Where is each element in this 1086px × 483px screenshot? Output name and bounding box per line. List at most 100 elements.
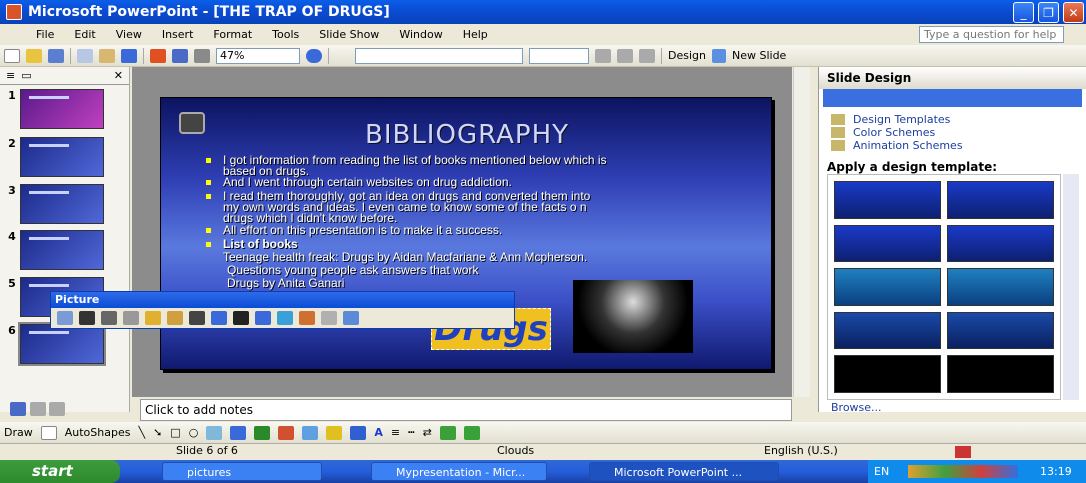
- clipart-icon[interactable]: [278, 425, 295, 440]
- dash-style-icon[interactable]: ┅: [408, 426, 415, 439]
- template-thumbnail[interactable]: [947, 224, 1054, 263]
- font-color-icon[interactable]: A: [374, 426, 383, 439]
- template-thumbnail[interactable]: [834, 311, 941, 350]
- taskpane-title[interactable]: Slide Design: [819, 67, 1086, 89]
- insert-picture-icon[interactable]: [57, 311, 73, 325]
- start-button[interactable]: start: [0, 460, 120, 483]
- recolor-icon[interactable]: [277, 311, 293, 325]
- help-search-input[interactable]: Type a question for help: [919, 26, 1064, 43]
- wordart-icon[interactable]: [230, 425, 247, 440]
- vertical-scrollbar[interactable]: [793, 67, 810, 397]
- undo-icon[interactable]: [121, 48, 137, 63]
- zoom-combo[interactable]: 47%: [216, 47, 300, 64]
- close-button[interactable]: ✕: [1063, 2, 1084, 23]
- indent-icon[interactable]: [639, 48, 655, 63]
- color-schemes-link[interactable]: Color Schemes: [819, 126, 1086, 139]
- slide-canvas[interactable]: BIBLIOGRAPHY I got information from read…: [160, 97, 772, 370]
- rectangle-icon[interactable]: □: [170, 426, 180, 439]
- new-slide-button[interactable]: New Slide: [732, 49, 786, 62]
- paste-icon[interactable]: [99, 48, 115, 63]
- more-contrast-icon[interactable]: [101, 311, 117, 325]
- save-icon[interactable]: [48, 48, 64, 63]
- design-templates-link[interactable]: Design Templates: [819, 113, 1086, 126]
- new-icon[interactable]: [4, 48, 20, 63]
- bullet-text[interactable]: List of books: [223, 238, 298, 250]
- slide-thumbnail-6[interactable]: 6: [4, 322, 128, 368]
- fill-color-icon[interactable]: [326, 425, 343, 440]
- task-pictures[interactable]: pictures: [162, 462, 322, 481]
- slide-thumbnail-2[interactable]: 2: [4, 137, 128, 181]
- menu-format[interactable]: Format: [203, 28, 262, 41]
- numbering-icon[interactable]: [595, 48, 611, 63]
- font-combo[interactable]: [355, 47, 523, 64]
- bullet-text[interactable]: Drugs by Anita Ganari: [227, 277, 344, 289]
- line-style-icon[interactable]: [233, 311, 249, 325]
- menu-tools[interactable]: Tools: [262, 28, 309, 41]
- menu-insert[interactable]: Insert: [152, 28, 204, 41]
- close-pane-icon[interactable]: ✕: [114, 69, 123, 82]
- slide-thumbnail-3[interactable]: 3: [4, 184, 128, 228]
- drugs-photo[interactable]: [573, 280, 693, 353]
- line-style-icon[interactable]: ≡: [391, 426, 400, 439]
- arrow-icon[interactable]: ➘: [153, 426, 162, 439]
- crop-icon[interactable]: [189, 311, 205, 325]
- open-icon[interactable]: [26, 48, 42, 63]
- slides-tab[interactable]: ▭: [21, 69, 31, 82]
- reset-picture-icon[interactable]: [343, 311, 359, 325]
- gallery-scrollbar[interactable]: [1063, 174, 1079, 400]
- minimize-button[interactable]: _: [1013, 2, 1034, 23]
- less-brightness-icon[interactable]: [167, 311, 183, 325]
- color-icon[interactable]: [79, 311, 95, 325]
- restore-button[interactable]: ❐: [1038, 2, 1059, 23]
- less-contrast-icon[interactable]: [123, 311, 139, 325]
- task-powerpoint[interactable]: Microsoft PowerPoint ...: [589, 462, 779, 481]
- menu-window[interactable]: Window: [389, 28, 452, 41]
- chart-icon[interactable]: [150, 48, 166, 63]
- line-color-icon[interactable]: [350, 425, 367, 440]
- slide-thumbnail-4[interactable]: 4: [4, 230, 128, 274]
- menu-view[interactable]: View: [106, 28, 152, 41]
- rotate-icon[interactable]: [211, 311, 227, 325]
- transparent-color-icon[interactable]: [321, 311, 337, 325]
- draw-menu[interactable]: Draw: [4, 426, 33, 439]
- template-thumbnail[interactable]: [947, 268, 1054, 306]
- size-combo[interactable]: [529, 47, 589, 64]
- textbox-icon[interactable]: [206, 425, 223, 440]
- bullet-text[interactable]: Questions young people ask answers that …: [227, 264, 478, 276]
- view-buttons[interactable]: [0, 402, 130, 420]
- help-icon[interactable]: [306, 48, 322, 63]
- select-icon[interactable]: [40, 425, 57, 440]
- template-thumbnail[interactable]: [947, 181, 1054, 219]
- template-thumbnail[interactable]: [947, 355, 1054, 393]
- slide-thumbnail-1[interactable]: 1: [4, 89, 128, 133]
- format-picture-icon[interactable]: [299, 311, 315, 325]
- grid-icon[interactable]: [194, 48, 210, 63]
- template-thumbnail[interactable]: [834, 355, 941, 393]
- picture-icon[interactable]: [302, 425, 319, 440]
- task-mypresentation[interactable]: Mypresentation - Micr...: [371, 462, 547, 481]
- template-thumbnail[interactable]: [947, 311, 1054, 350]
- menu-edit[interactable]: Edit: [64, 28, 105, 41]
- bullet-text[interactable]: Teenage health freak: Drugs by Aidan Mac…: [223, 251, 587, 263]
- shadow-icon[interactable]: [439, 425, 456, 440]
- bullets-icon[interactable]: [617, 48, 633, 63]
- arrow-style-icon[interactable]: ⇄: [423, 426, 432, 439]
- diagram-icon[interactable]: [254, 425, 271, 440]
- tray-icons[interactable]: [908, 465, 1018, 478]
- more-brightness-icon[interactable]: [145, 311, 161, 325]
- table-icon[interactable]: [172, 48, 188, 63]
- copy-icon[interactable]: [77, 48, 93, 63]
- language-indicator[interactable]: EN: [874, 460, 889, 483]
- compress-icon[interactable]: [255, 311, 271, 325]
- notes-field[interactable]: Click to add notes: [140, 399, 792, 421]
- picture-toolbar[interactable]: Picture: [50, 291, 515, 329]
- sorter-view-icon[interactable]: [29, 402, 46, 416]
- slide-title[interactable]: BIBLIOGRAPHY: [161, 120, 773, 150]
- menu-file[interactable]: File: [26, 28, 64, 41]
- bullet-text[interactable]: And I went through certain websites on d…: [223, 176, 512, 188]
- template-thumbnail[interactable]: [834, 224, 941, 263]
- template-thumbnail[interactable]: [834, 181, 941, 219]
- template-thumbnail[interactable]: [834, 268, 941, 306]
- browse-link[interactable]: Browse...: [831, 401, 882, 414]
- outline-tab[interactable]: ≡: [6, 69, 15, 82]
